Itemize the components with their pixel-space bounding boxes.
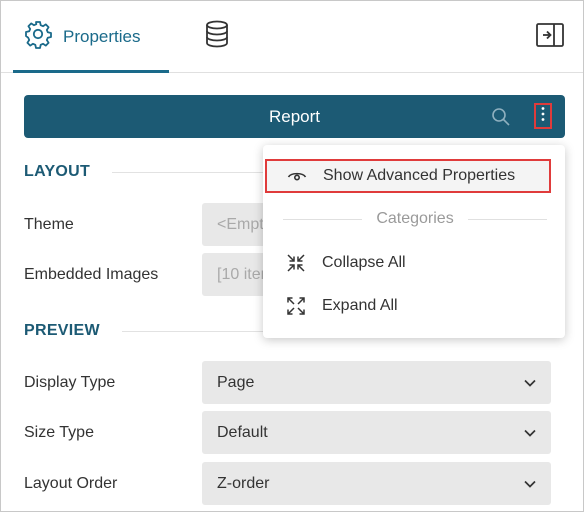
display-type-select[interactable]: Page bbox=[202, 361, 551, 404]
expand-arrows-icon bbox=[285, 295, 307, 317]
search-button[interactable] bbox=[490, 106, 512, 128]
eye-icon bbox=[286, 165, 308, 187]
property-label: Display Type bbox=[24, 374, 116, 391]
size-type-select[interactable]: Default bbox=[202, 411, 551, 454]
section-layout-title: LAYOUT bbox=[24, 163, 91, 180]
menu-item-label: Expand All bbox=[322, 297, 398, 314]
property-row-layout-order: Layout Order Z-order bbox=[24, 462, 565, 505]
tab-properties-label: Properties bbox=[63, 26, 141, 46]
report-title: Report bbox=[268, 107, 321, 126]
search-icon bbox=[490, 108, 512, 132]
database-icon bbox=[204, 19, 230, 54]
kebab-menu-icon bbox=[541, 106, 545, 127]
categories-label: Categories bbox=[376, 210, 454, 227]
options-dropdown-menu: Show Advanced Properties Categories Coll… bbox=[263, 145, 565, 338]
field-value: Default bbox=[217, 424, 268, 441]
property-row-display-type: Display Type Page bbox=[24, 361, 565, 404]
collapse-panel-icon bbox=[535, 22, 565, 53]
chevron-down-icon bbox=[523, 477, 537, 491]
active-tab-indicator bbox=[13, 70, 169, 73]
property-label: Theme bbox=[24, 216, 74, 233]
divider-line bbox=[283, 218, 363, 220]
field-value: Z-order bbox=[217, 475, 270, 492]
chevron-down-icon bbox=[523, 376, 537, 390]
menu-item-collapse-all[interactable]: Collapse All bbox=[273, 243, 555, 283]
report-header-bar: Report bbox=[24, 95, 565, 138]
divider-line bbox=[467, 218, 547, 220]
chevron-down-icon bbox=[523, 426, 537, 440]
property-row-size-type: Size Type Default bbox=[24, 411, 565, 454]
tab-properties[interactable]: Properties bbox=[13, 1, 169, 73]
menu-item-expand-all[interactable]: Expand All bbox=[273, 286, 555, 326]
collapse-arrows-icon bbox=[285, 252, 307, 274]
menu-item-show-advanced-properties[interactable]: Show Advanced Properties bbox=[265, 159, 551, 193]
menu-item-label: Show Advanced Properties bbox=[323, 167, 516, 184]
property-label: Size Type bbox=[24, 424, 94, 441]
tab-data[interactable] bbox=[197, 1, 237, 72]
menu-item-label: Collapse All bbox=[322, 254, 406, 271]
property-label: Layout Order bbox=[24, 475, 118, 492]
field-value: Page bbox=[217, 374, 255, 391]
section-preview-title: PREVIEW bbox=[24, 322, 100, 339]
collapse-panel-button[interactable] bbox=[535, 22, 565, 53]
tab-bar: Properties bbox=[1, 1, 583, 73]
property-label: Embedded Images bbox=[24, 266, 159, 283]
properties-panel: Properties Report LAYOUT Theme <Empty> E… bbox=[0, 0, 584, 512]
more-options-button[interactable] bbox=[534, 103, 552, 129]
layout-order-select[interactable]: Z-order bbox=[202, 462, 551, 505]
categories-divider: Categories bbox=[283, 207, 547, 231]
gear-icon bbox=[23, 19, 53, 54]
